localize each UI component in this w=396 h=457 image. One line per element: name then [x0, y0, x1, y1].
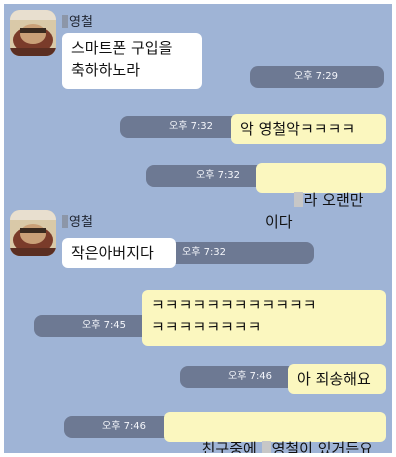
avatar-image-icon	[10, 210, 56, 256]
screenshot-frame: 영철 스마트폰 구입을 축하하노라 오후 7:29 오후 7:32 악 영철악ㅋ…	[0, 0, 396, 457]
message-time: 오후 7:46	[102, 421, 147, 432]
message-time: 오후 7:32	[182, 247, 227, 258]
message-bubble-out[interactable]: 친구중에 영철이 있거든요	[164, 412, 386, 453]
message-text: 친구중에	[201, 440, 262, 453]
message-bubble-in[interactable]: 스마트폰 구입을 축하하노라	[62, 33, 202, 89]
message-bubble-out[interactable]: 아 죄송해요	[288, 364, 386, 394]
censor-mark	[62, 15, 68, 28]
message-time: 오후 7:32	[196, 170, 241, 181]
sender-avatar[interactable]	[10, 10, 56, 56]
message-text: 영철이 있거든요	[271, 440, 373, 453]
censor-mark	[62, 215, 68, 228]
avatar-image-icon	[10, 10, 56, 56]
sender-name: 영철	[62, 211, 93, 230]
message-bubble-out[interactable]: 악 영철악ㅋㅋㅋㅋ	[231, 114, 386, 144]
sender-name: 영철	[62, 11, 93, 30]
message-time: 오후 7:32	[169, 121, 214, 132]
censor-mark	[293, 192, 303, 207]
censor-mark	[261, 441, 271, 453]
message-time: 오후 7:46	[228, 371, 273, 382]
message-time: 오후 7:45	[82, 320, 127, 331]
message-bubble-out[interactable]: 라 오랜만이다	[256, 163, 386, 231]
message-bubble-out[interactable]: ㅋㅋㅋㅋㅋㅋㅋㅋㅋㅋㅋㅋ ㅋㅋㅋㅋㅋㅋㅋㅋ	[142, 290, 386, 346]
message-bubble-in[interactable]: 작은아버지다	[62, 238, 176, 268]
sender-avatar[interactable]	[10, 210, 56, 256]
chat-area[interactable]: 영철 스마트폰 구입을 축하하노라 오후 7:29 오후 7:32 악 영철악ㅋ…	[4, 4, 392, 453]
message-time: 오후 7:29	[294, 71, 339, 82]
message-text: 라 오랜만이다	[265, 191, 364, 231]
